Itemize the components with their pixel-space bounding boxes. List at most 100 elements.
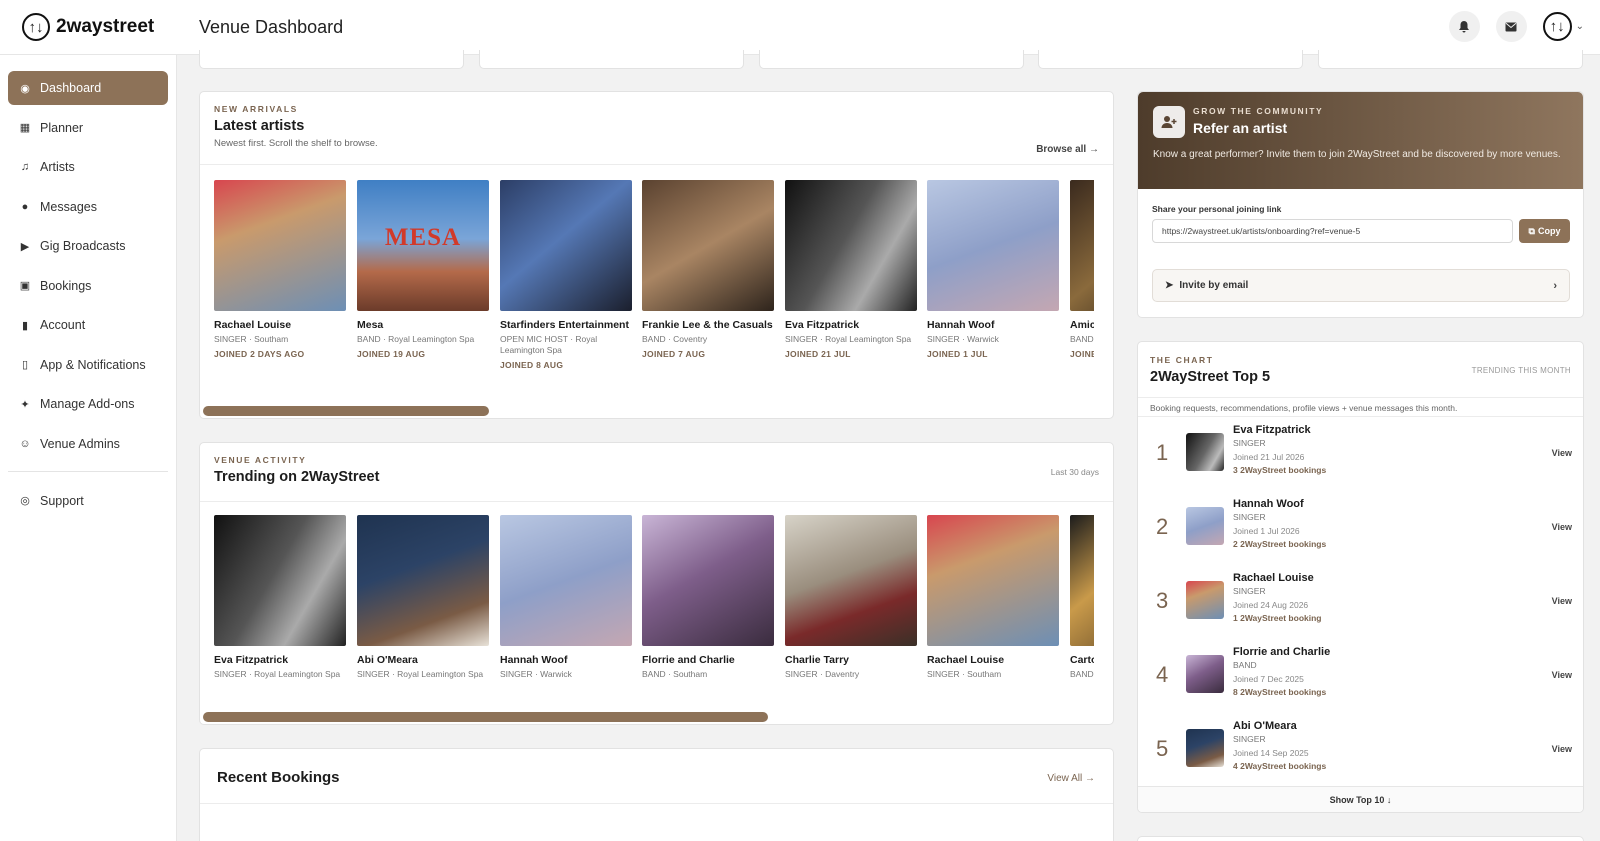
brand[interactable]: ↑↓ 2waystreet [0,13,178,41]
artist-card[interactable]: Charlie Tarry SINGER · Daventry [785,515,917,680]
sidebar-item-manage-addons[interactable]: ✦ Manage Add-ons [8,387,168,421]
view-link[interactable]: View [1552,670,1572,680]
sidebar-item-account[interactable]: ▮ Account [8,308,168,342]
copy-label: Copy [1537,226,1561,236]
sidebar-item-support[interactable]: ◎ Support [8,484,168,518]
artist-card[interactable]: Eva Fitzpatrick SINGER · Royal Leamingto… [214,515,346,680]
sidebar-item-dashboard[interactable]: ◉ Dashboard [8,71,168,105]
chart-row[interactable]: 3 Rachael Louise SINGER Joined 24 Aug 20… [1138,570,1584,644]
music-icon: ♫ [20,161,30,173]
bell-icon[interactable] [1448,11,1480,42]
artist-card[interactable]: Rachael Louise SINGER · Southam JOINED 2… [214,180,346,359]
chevron-down-icon: ⌄ [1575,21,1584,32]
view-link[interactable]: View [1552,522,1572,532]
chart-row[interactable]: 2 Hannah Woof SINGER Joined 1 Jul 2026 2… [1138,496,1584,570]
artist-joined: JOINED 21 JUL [785,349,851,359]
artist-photo [1186,729,1224,767]
avatar: ↑↓ [1542,12,1572,41]
shelf-scrollbar[interactable] [203,712,768,722]
artist-joined: JOINED 9 [1070,349,1094,359]
sidebar-item-gig-broadcasts[interactable]: ▶ Gig Broadcasts [8,229,168,263]
calendar-check-icon: ▣ [19,280,31,292]
artist-photo [500,180,632,311]
artist-name: Mesa [357,319,384,331]
view-all-link[interactable]: View All → [1047,773,1095,784]
artist-card[interactable]: Starfinders Entertainment OPEN MIC HOST … [500,180,632,370]
sidebar-item-artists[interactable]: ♫ Artists [8,150,168,184]
artist-card[interactable]: Eva Fitzpatrick SINGER · Royal Leamingto… [785,180,917,359]
artist-card[interactable]: Hannah Woof SINGER · Warwick JOINED 1 JU… [927,180,1059,359]
artist-bookings: 3 2WayStreet bookings [1233,465,1327,475]
sidebar-item-venue-admins[interactable]: ☺ Venue Admins [8,427,168,461]
megaphone-icon: ▶ [20,240,30,253]
sidebar-item-label: App & Notifications [40,357,146,372]
artist-name: Hannah Woof [927,319,995,331]
top-actions: ↑↓ ⌄ [1448,11,1584,42]
artist-meta: BAND · Royal Leamington Spa [357,334,475,344]
artist-card[interactable]: Amicus BAND · Sutton JOINED 9 [1070,180,1094,359]
share-link-label: Share your personal joining link [1152,204,1282,214]
shelf-scrollbar[interactable] [203,406,489,416]
artist-role: SINGER [1233,734,1266,744]
sidebar-item-bookings[interactable]: ▣ Bookings [8,269,168,303]
artist-meta: BAND · Southam [642,669,708,679]
artist-photo [1186,581,1224,619]
sidebar-item-label: Venue Admins [40,436,120,451]
artist-role: BAND [1233,660,1257,670]
view-link[interactable]: View [1552,596,1572,606]
page-title: Venue Dashboard [199,16,344,37]
copy-button[interactable]: ⧉ Copy [1519,219,1570,243]
artist-card[interactable]: Florrie and Charlie BAND · Southam [642,515,774,680]
brand-name: 2waystreet [56,16,155,37]
artist-joined: Joined 21 Jul 2026 [1233,452,1305,462]
artist-name: Rachael Louise [214,319,292,331]
artist-joined: Joined 1 Jul 2026 [1233,526,1300,536]
chart-row[interactable]: 4 Florrie and Charlie BAND Joined 7 Dec … [1138,644,1584,718]
refer-description: Know a great performer? Invite them to j… [1153,149,1561,160]
chat-icon: ● [21,200,29,213]
stat-card [1038,50,1303,69]
user-plus-icon [1153,106,1185,138]
chart-row[interactable]: 1 Eva Fitzpatrick SINGER Joined 21 Jul 2… [1138,422,1584,496]
trending-shelf[interactable]: Eva Fitzpatrick SINGER · Royal Leamingto… [214,515,1094,695]
artist-meta: SINGER · Warwick [927,334,999,344]
view-link[interactable]: View [1552,744,1572,754]
chart-row[interactable]: 5 Abi O'Meara SINGER Joined 14 Sep 2025 … [1138,718,1584,792]
mail-icon[interactable] [1495,11,1527,42]
artist-joined: JOINED 1 JUL [927,349,988,359]
view-link[interactable]: View [1552,448,1572,458]
artist-meta: SINGER · Southam [927,669,1002,679]
artist-card[interactable]: Frankie Lee & the Casuals BAND · Coventr… [642,180,774,359]
artist-card[interactable]: Rachael Louise SINGER · Southam [927,515,1059,680]
artist-card[interactable]: Cartoon BAND · Southam [1070,515,1094,680]
artist-bookings: 1 2WayStreet booking [1233,613,1322,623]
dashboard-icon: ◉ [20,82,30,95]
invite-by-email-button[interactable]: ➤ Invite by email › [1152,269,1570,302]
phone-icon: ▯ [21,359,29,371]
latest-artists-shelf[interactable]: Rachael Louise SINGER · Southam JOINED 2… [214,180,1094,400]
artist-card[interactable]: Abi O'Meara SINGER · Royal Leamington Sp… [357,515,489,680]
artist-card[interactable]: Hannah Woof SINGER · Warwick [500,515,632,680]
show-top-10-button[interactable]: Show Top 10 ↓ [1138,786,1583,812]
sidebar-item-app-notifications[interactable]: ▯ App & Notifications [8,348,168,382]
stat-card [479,50,744,69]
user-menu[interactable]: ↑↓ ⌄ [1542,12,1584,41]
sidebar-item-label: Messages [40,199,97,214]
section-eyebrow: THE CHART [1150,355,1214,365]
next-card-stub [1137,836,1584,841]
sidebar-item-messages[interactable]: ● Messages [8,190,168,224]
artist-photo [927,515,1059,646]
divider [1138,416,1583,417]
sidebar-item-planner[interactable]: ▦ Planner [8,111,168,145]
chevron-right-icon: › [1553,279,1557,292]
stat-card [1318,50,1583,69]
artist-role: SINGER [1233,512,1266,522]
section-subtitle: Newest first. Scroll the shelf to browse… [214,138,378,149]
artist-joined: Joined 14 Sep 2025 [1233,748,1309,758]
browse-all-link[interactable]: Browse all → [1036,144,1099,155]
joining-link-input[interactable] [1152,219,1513,243]
sidebar-item-label: Bookings [40,278,92,293]
artist-card[interactable]: MESA Mesa BAND · Royal Leamington Spa JO… [357,180,489,359]
sidebar-divider [8,470,168,472]
artist-photo [642,515,774,646]
